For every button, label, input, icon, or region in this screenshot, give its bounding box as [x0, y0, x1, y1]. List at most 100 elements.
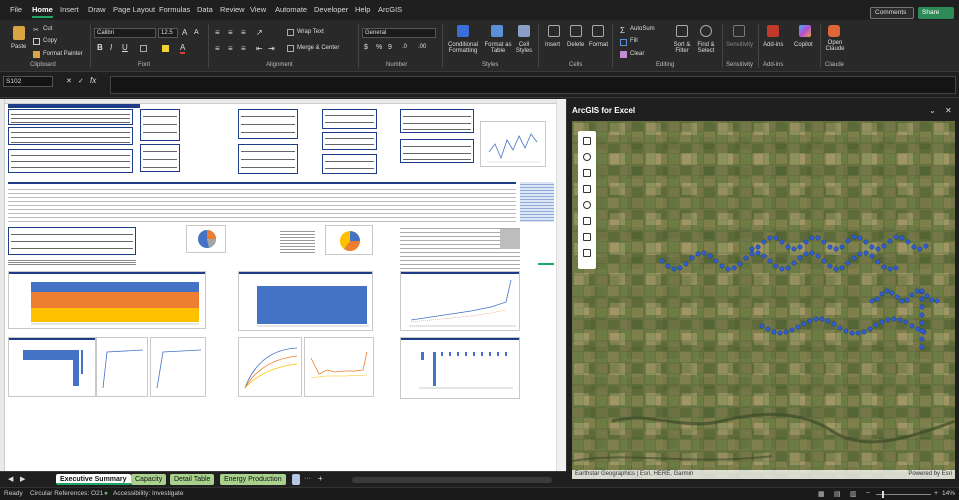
map-marker[interactable]	[837, 325, 843, 331]
line-chart[interactable]	[96, 337, 148, 397]
status-circular-references[interactable]: Circular References: O21	[30, 490, 103, 497]
map-marker[interactable]	[869, 244, 875, 250]
currency-icon[interactable]: $	[364, 44, 368, 51]
comma-icon[interactable]: 9	[388, 44, 392, 51]
map-marker[interactable]	[861, 329, 867, 335]
map-marker[interactable]	[725, 266, 731, 272]
zoom-slider[interactable]	[876, 494, 931, 495]
open-claude-button[interactable]: Open Claude	[824, 40, 846, 52]
fill-button[interactable]: Fill	[630, 38, 638, 44]
fill-color-icon[interactable]	[162, 45, 169, 52]
map-marker[interactable]	[863, 250, 869, 256]
map-marker[interactable]	[905, 239, 911, 245]
column-chart[interactable]	[400, 337, 520, 399]
map-marker[interactable]	[665, 263, 671, 269]
increase-decimal-icon[interactable]: .0	[402, 44, 407, 50]
scatter-chart[interactable]	[400, 271, 520, 331]
map-marker[interactable]	[917, 246, 923, 252]
menu-draw[interactable]: Draw	[88, 5, 106, 14]
map-marker[interactable]	[897, 317, 903, 323]
map-marker[interactable]	[773, 235, 779, 241]
delete-cells-button[interactable]: Delete	[567, 42, 584, 48]
map-marker[interactable]	[893, 234, 899, 240]
tab-detail-table[interactable]: Detail Table	[170, 474, 215, 485]
multi-line-chart[interactable]	[238, 337, 302, 397]
vertical-scrollbar[interactable]	[556, 99, 566, 471]
map-marker[interactable]	[795, 324, 801, 330]
map-marker[interactable]	[813, 316, 819, 322]
insert-cells-button[interactable]: Insert	[545, 42, 560, 48]
map-marker[interactable]	[659, 258, 665, 264]
borders-icon[interactable]	[140, 45, 147, 52]
map-marker[interactable]	[919, 312, 925, 318]
map-marker[interactable]	[719, 263, 725, 269]
menu-icon[interactable]	[583, 137, 591, 145]
menu-insert[interactable]: Insert	[60, 5, 79, 14]
map-marker[interactable]	[857, 235, 863, 241]
menu-arcgis[interactable]: ArcGIS	[378, 5, 402, 14]
map-marker[interactable]	[923, 243, 929, 249]
map-marker[interactable]	[785, 265, 791, 271]
map-marker[interactable]	[809, 250, 815, 256]
map-marker[interactable]	[934, 298, 940, 304]
cut-button[interactable]: Cut	[43, 26, 52, 32]
map-marker[interactable]	[919, 288, 925, 294]
menu-help[interactable]: Help	[355, 5, 370, 14]
orientation-icon[interactable]: ↗	[256, 28, 263, 37]
menu-automate[interactable]: Automate	[275, 5, 307, 14]
map-marker[interactable]	[904, 297, 910, 303]
map-marker[interactable]	[683, 261, 689, 267]
map-marker[interactable]	[671, 266, 677, 272]
merge-center-button[interactable]: Merge & Center	[297, 45, 339, 51]
map-marker[interactable]	[815, 253, 821, 259]
format-as-table-button[interactable]: Format as Table	[484, 42, 512, 54]
outdent-icon[interactable]: ⇥	[268, 44, 275, 53]
align-left-icon[interactable]: ≡	[215, 44, 220, 53]
map-marker[interactable]	[827, 263, 833, 269]
map-marker[interactable]	[909, 292, 915, 298]
clear-button[interactable]: Clear	[630, 51, 644, 57]
map-marker[interactable]	[833, 246, 839, 252]
comments-button[interactable]: Comments	[870, 7, 914, 19]
map-marker[interactable]	[845, 238, 851, 244]
map-marker[interactable]	[707, 253, 713, 259]
percent-icon[interactable]: %	[376, 44, 382, 51]
map-marker[interactable]	[831, 321, 837, 327]
map-marker[interactable]	[755, 250, 761, 256]
map-marker[interactable]	[695, 251, 701, 257]
map-marker[interactable]	[899, 235, 905, 241]
horizontal-scrollbar[interactable]	[352, 477, 552, 483]
map-marker[interactable]	[773, 263, 779, 269]
map-marker[interactable]	[873, 322, 879, 328]
line-chart-thumbnail[interactable]	[480, 121, 546, 167]
menu-page-layout[interactable]: Page Layout	[113, 5, 155, 14]
wrap-text-button[interactable]: Wrap Text	[297, 29, 324, 35]
map-marker[interactable]	[851, 255, 857, 261]
copilot-button[interactable]: Copilot	[794, 42, 813, 48]
map-marker[interactable]	[893, 265, 899, 271]
tab-more[interactable]	[292, 474, 300, 485]
tab-capacity[interactable]: Capacity	[131, 474, 167, 485]
cell-styles-button[interactable]: Cell Styles	[514, 42, 534, 54]
map-marker[interactable]	[887, 238, 893, 244]
font-size-select[interactable]: 12.5	[158, 28, 178, 38]
menu-developer[interactable]: Developer	[314, 5, 348, 14]
layers-icon[interactable]	[583, 153, 591, 161]
map-marker[interactable]	[881, 243, 887, 249]
map-marker[interactable]	[919, 336, 925, 342]
map-icon[interactable]	[583, 233, 591, 241]
pie-chart-thumbnail[interactable]	[325, 225, 373, 255]
map-marker[interactable]	[845, 260, 851, 266]
align-center-icon[interactable]: ≡	[228, 44, 233, 53]
insert-function-icon[interactable]: fx	[90, 76, 96, 85]
page-break-icon[interactable]: ▥	[850, 490, 857, 498]
zoom-out-icon[interactable]: −	[866, 490, 870, 497]
map-marker[interactable]	[749, 246, 755, 252]
map-marker[interactable]	[801, 321, 807, 327]
add-sheet-icon[interactable]: +	[318, 474, 323, 483]
underline-icon[interactable]: U	[122, 43, 128, 52]
stacked-area-chart[interactable]	[8, 271, 206, 329]
map-marker[interactable]	[779, 266, 785, 272]
menu-data[interactable]: Data	[197, 5, 213, 14]
map-marker[interactable]	[761, 253, 767, 259]
